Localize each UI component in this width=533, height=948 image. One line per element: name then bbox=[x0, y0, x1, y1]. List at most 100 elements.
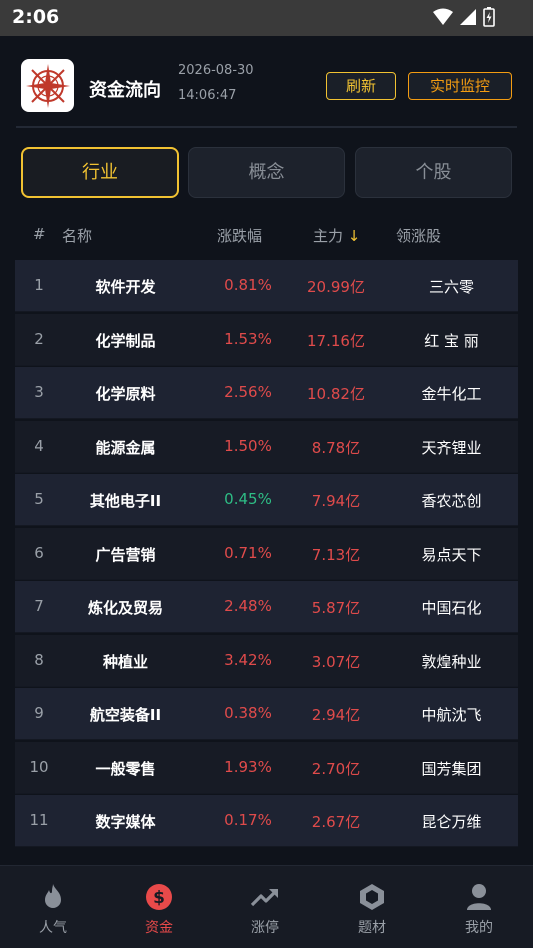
user-icon bbox=[467, 884, 491, 910]
row-industry-name: 一般零售 bbox=[95, 759, 156, 778]
wifi-icon bbox=[433, 8, 453, 25]
nav-profile-label: 我的 bbox=[465, 920, 493, 936]
row-leading-stock: 敦煌种业 bbox=[421, 652, 482, 671]
status-time: 2:06 bbox=[12, 6, 60, 28]
table-row[interactable]: 1 软件开发 0.81% 20.99亿 三六零 bbox=[15, 260, 518, 312]
nav-funds-label: 资金 bbox=[145, 920, 173, 936]
table-row[interactable]: 7 炼化及贸易 2.48% 5.87亿 中国石化 bbox=[15, 581, 518, 633]
row-industry-name: 种植业 bbox=[102, 652, 148, 671]
row-main-fund: 2.94亿 bbox=[311, 706, 361, 724]
table-row[interactable]: 10 一般零售 1.93% 2.70亿 国芳集团 bbox=[15, 741, 518, 794]
page-title: 资金流向 bbox=[89, 80, 161, 101]
nav-popularity-label: 人气 bbox=[39, 920, 67, 936]
row-index: 3 bbox=[34, 383, 44, 401]
row-leading-stock: 昆仑万维 bbox=[421, 813, 482, 831]
row-index: 5 bbox=[34, 490, 44, 508]
row-index: 8 bbox=[34, 650, 44, 669]
row-index: 9 bbox=[34, 704, 44, 722]
refresh-button[interactable]: 刷新 bbox=[326, 72, 396, 100]
tab-concept[interactable]: 概念 bbox=[188, 147, 345, 198]
row-index: 7 bbox=[34, 597, 44, 615]
status-icons bbox=[433, 7, 495, 27]
table-row[interactable]: 5 其他电子II 0.45% 7.94亿 香农芯创 bbox=[15, 474, 518, 526]
flame-icon bbox=[45, 884, 61, 908]
row-industry-name: 航空装备II bbox=[89, 706, 162, 724]
row-main-fund: 2.70亿 bbox=[311, 759, 361, 778]
column-change[interactable]: 涨跌幅 bbox=[217, 225, 262, 246]
row-leading-stock: 红 宝 丽 bbox=[424, 331, 479, 350]
tab-industry[interactable]: 行业 bbox=[21, 147, 179, 198]
row-change-percent: 3.42% bbox=[224, 650, 272, 669]
row-index: 11 bbox=[29, 811, 49, 829]
table-row[interactable]: 6 广告营销 0.71% 7.13亿 易点天下 bbox=[15, 527, 518, 580]
column-main-label: 主力 bbox=[313, 227, 344, 245]
row-change-percent: 0.17% bbox=[224, 811, 272, 829]
row-main-fund: 3.07亿 bbox=[311, 652, 361, 671]
update-date: 2026-08-30 bbox=[178, 63, 254, 78]
table-row[interactable]: 8 种植业 3.42% 3.07亿 敦煌种业 bbox=[15, 634, 518, 687]
trend-up-icon bbox=[250, 889, 278, 907]
hexagon-icon bbox=[360, 884, 384, 910]
tab-stock[interactable]: 个股 bbox=[355, 147, 512, 198]
row-change-percent: 0.71% bbox=[224, 543, 272, 562]
table-row[interactable]: 9 航空装备II 0.38% 2.94亿 中航沈飞 bbox=[15, 688, 518, 740]
column-main-fund[interactable]: 主力 ↓ bbox=[313, 225, 360, 246]
nav-funds[interactable]: $ 资金 bbox=[106, 866, 212, 948]
row-leading-stock: 中航沈飞 bbox=[421, 706, 482, 724]
row-main-fund: 5.87亿 bbox=[311, 599, 361, 617]
row-main-fund: 10.82亿 bbox=[307, 385, 365, 403]
row-leading-stock: 中国石化 bbox=[421, 599, 482, 617]
row-change-percent: 0.81% bbox=[224, 276, 272, 294]
nav-limit-up-label: 涨停 bbox=[251, 920, 279, 936]
table-row[interactable]: 11 数字媒体 0.17% 2.67亿 昆仑万维 bbox=[15, 795, 518, 847]
row-industry-name: 其他电子II bbox=[89, 492, 162, 510]
row-change-percent: 1.50% bbox=[224, 436, 272, 455]
row-main-fund: 2.67亿 bbox=[311, 813, 361, 831]
row-industry-name: 广告营销 bbox=[95, 545, 156, 564]
row-leading-stock: 金牛化工 bbox=[421, 385, 482, 403]
bottom-nav: 人气 $ 资金 涨停 题材 我的 bbox=[0, 865, 533, 948]
row-change-percent: 0.45% bbox=[224, 490, 272, 508]
header-divider bbox=[16, 126, 517, 128]
row-leading-stock: 香农芯创 bbox=[421, 492, 482, 510]
category-tabs: 行业 概念 个股 bbox=[0, 147, 533, 198]
nav-popularity[interactable]: 人气 bbox=[0, 866, 106, 948]
row-industry-name: 化学制品 bbox=[95, 331, 156, 350]
nav-topics-label: 题材 bbox=[358, 920, 386, 936]
row-change-percent: 2.56% bbox=[224, 383, 272, 401]
table-row[interactable]: 3 化学原料 2.56% 10.82亿 金牛化工 bbox=[15, 367, 518, 419]
column-index: # bbox=[33, 225, 46, 243]
nav-profile[interactable]: 我的 bbox=[426, 866, 532, 948]
row-change-percent: 1.53% bbox=[224, 329, 272, 348]
row-main-fund: 17.16亿 bbox=[307, 331, 365, 350]
sort-down-icon: ↓ bbox=[347, 227, 361, 245]
column-name[interactable]: 名称 bbox=[62, 225, 92, 246]
nav-limit-up[interactable]: 涨停 bbox=[212, 866, 318, 948]
svg-text:$: $ bbox=[153, 888, 165, 908]
row-index: 6 bbox=[34, 543, 44, 562]
row-main-fund: 7.13亿 bbox=[311, 545, 361, 564]
compass-logo-icon bbox=[25, 63, 70, 108]
battery-icon bbox=[483, 7, 495, 27]
column-leader: 领涨股 bbox=[396, 227, 442, 245]
row-main-fund: 8.78亿 bbox=[311, 438, 361, 457]
row-index: 1 bbox=[34, 276, 44, 294]
row-leading-stock: 国芳集团 bbox=[421, 759, 482, 778]
table-header: # 名称 涨跌幅 主力 ↓ 领涨股 bbox=[0, 218, 533, 254]
row-index: 4 bbox=[34, 436, 44, 455]
signal-icon bbox=[460, 9, 476, 25]
row-industry-name: 化学原料 bbox=[95, 385, 156, 403]
row-index: 10 bbox=[29, 757, 49, 776]
realtime-monitor-button[interactable]: 实时监控 bbox=[408, 72, 512, 100]
nav-topics[interactable]: 题材 bbox=[319, 866, 425, 948]
row-industry-name: 软件开发 bbox=[95, 278, 156, 296]
table-row[interactable]: 4 能源金属 1.50% 8.78亿 天齐锂业 bbox=[15, 420, 518, 473]
app-logo bbox=[21, 59, 74, 112]
row-leading-stock: 天齐锂业 bbox=[421, 438, 482, 457]
row-change-percent: 0.38% bbox=[224, 704, 272, 722]
dollar-icon: $ bbox=[146, 884, 172, 910]
row-leading-stock: 易点天下 bbox=[421, 545, 482, 564]
table-row[interactable]: 2 化学制品 1.53% 17.16亿 红 宝 丽 bbox=[15, 313, 518, 366]
status-bar: 2:06 bbox=[0, 0, 533, 36]
row-change-percent: 2.48% bbox=[224, 597, 272, 615]
